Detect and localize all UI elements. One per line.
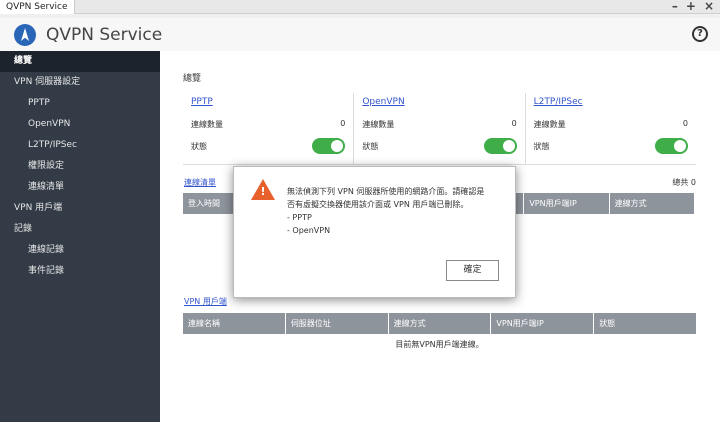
conn-count-label: 連線數量 <box>533 120 566 129</box>
window-titlebar: QVPN Service – + × <box>0 0 720 14</box>
status-label: 狀態 <box>533 141 550 151</box>
sidebar-item-vpn-client[interactable]: VPN 用戶端 <box>0 198 160 219</box>
page-title: 總覽 <box>183 74 202 84</box>
sidebar-item-logs[interactable]: 記錄 <box>0 219 160 240</box>
sidebar-item-event-logs[interactable]: 事件記錄 <box>0 261 160 282</box>
connection-list-link[interactable]: 連線清單 <box>184 177 216 188</box>
warning-dialog: ! 無法偵測下列 VPN 伺服器所使用的網路介面。請確認是 否有虛擬交換器使用該… <box>233 166 516 298</box>
status-toggle-openvpn[interactable] <box>483 138 517 154</box>
column-header[interactable]: VPN用戶端IP <box>524 193 610 214</box>
status-toggle-l2tp[interactable] <box>654 138 688 154</box>
sidebar-item-vpn-server-settings[interactable]: VPN 伺服器設定 <box>0 72 160 93</box>
dialog-line: 無法偵測下列 VPN 伺服器所使用的網路介面。請確認是 <box>287 187 485 196</box>
qvpn-logo-icon <box>14 24 36 46</box>
server-overview: PPTP 連線數量 0 狀態 OpenVPN 連線數量 0 狀態 L2TP/IP… <box>183 93 696 165</box>
close-icon[interactable]: × <box>704 0 714 14</box>
connection-total: 總共 0 <box>672 178 696 187</box>
conn-count-value: 0 <box>682 119 688 128</box>
server-card-openvpn: OpenVPN 連線數量 0 狀態 <box>354 93 526 164</box>
dialog-message: 無法偵測下列 VPN 伺服器所使用的網路介面。請確認是 否有虛擬交換器使用該介面… <box>287 185 509 237</box>
sidebar-item-privilege-settings[interactable]: 權限設定 <box>0 156 160 177</box>
server-card-l2tp: L2TP/IPSec 連線數量 0 狀態 <box>526 93 696 164</box>
conn-count-label: 連線數量 <box>191 120 223 129</box>
sidebar-item-overview[interactable]: 總覽 <box>0 51 160 72</box>
column-header[interactable]: VPN用戶端IP <box>491 313 595 334</box>
minimize-icon[interactable]: – <box>672 0 678 14</box>
sidebar-item-openvpn[interactable]: OpenVPN <box>0 114 160 135</box>
warning-icon-mark: ! <box>260 185 266 198</box>
window-title: QVPN Service <box>0 0 75 14</box>
conn-count-label: 連線數量 <box>362 120 395 129</box>
sidebar: 總覽 VPN 伺服器設定 PPTP OpenVPN L2TP/IPSec 權限設… <box>0 51 160 422</box>
column-header[interactable]: 伺服器位址 <box>286 313 389 334</box>
status-toggle-pptp[interactable] <box>312 138 346 154</box>
conn-count-value: 0 <box>511 119 517 128</box>
sidebar-item-connection-logs[interactable]: 連線記錄 <box>0 240 160 261</box>
app-title: QVPN Service <box>46 25 163 45</box>
vpn-client-link[interactable]: VPN 用戶端 <box>184 296 227 307</box>
server-link-pptp[interactable]: PPTP <box>191 97 213 107</box>
sidebar-item-l2tp-ipsec[interactable]: L2TP/IPSec <box>0 135 160 156</box>
dialog-line: 否有虛擬交換器使用該介面或 VPN 用戶端已刪除。 <box>287 200 469 209</box>
server-card-pptp: PPTP 連線數量 0 狀態 <box>183 93 355 164</box>
column-header[interactable]: 連線方式 <box>389 313 492 334</box>
column-header[interactable]: 連線方式 <box>610 193 694 214</box>
maximize-icon[interactable]: + <box>686 0 696 14</box>
status-label: 狀態 <box>362 141 379 151</box>
vpn-client-table-header: 連線名稱 伺服器位址 連線方式 VPN用戶端IP 狀態 <box>183 313 696 334</box>
column-header[interactable]: 狀態 <box>594 313 696 334</box>
status-label: 狀態 <box>191 141 207 151</box>
help-icon[interactable]: ? <box>692 26 708 42</box>
sidebar-item-pptp[interactable]: PPTP <box>0 93 160 114</box>
conn-count-value: 0 <box>340 119 346 128</box>
empty-message: 目前無VPN用戶端連線。 <box>395 340 484 349</box>
sidebar-item-connection-list[interactable]: 連線清單 <box>0 177 160 198</box>
server-link-l2tp[interactable]: L2TP/IPSec <box>534 97 583 107</box>
server-link-openvpn[interactable]: OpenVPN <box>362 97 404 107</box>
dialog-line: - OpenVPN <box>287 226 331 235</box>
column-header[interactable]: 連線名稱 <box>183 313 286 334</box>
ok-button[interactable]: 確定 <box>446 260 499 281</box>
app-header: QVPN Service ? <box>0 18 720 51</box>
dialog-line: - PPTP <box>287 213 312 222</box>
